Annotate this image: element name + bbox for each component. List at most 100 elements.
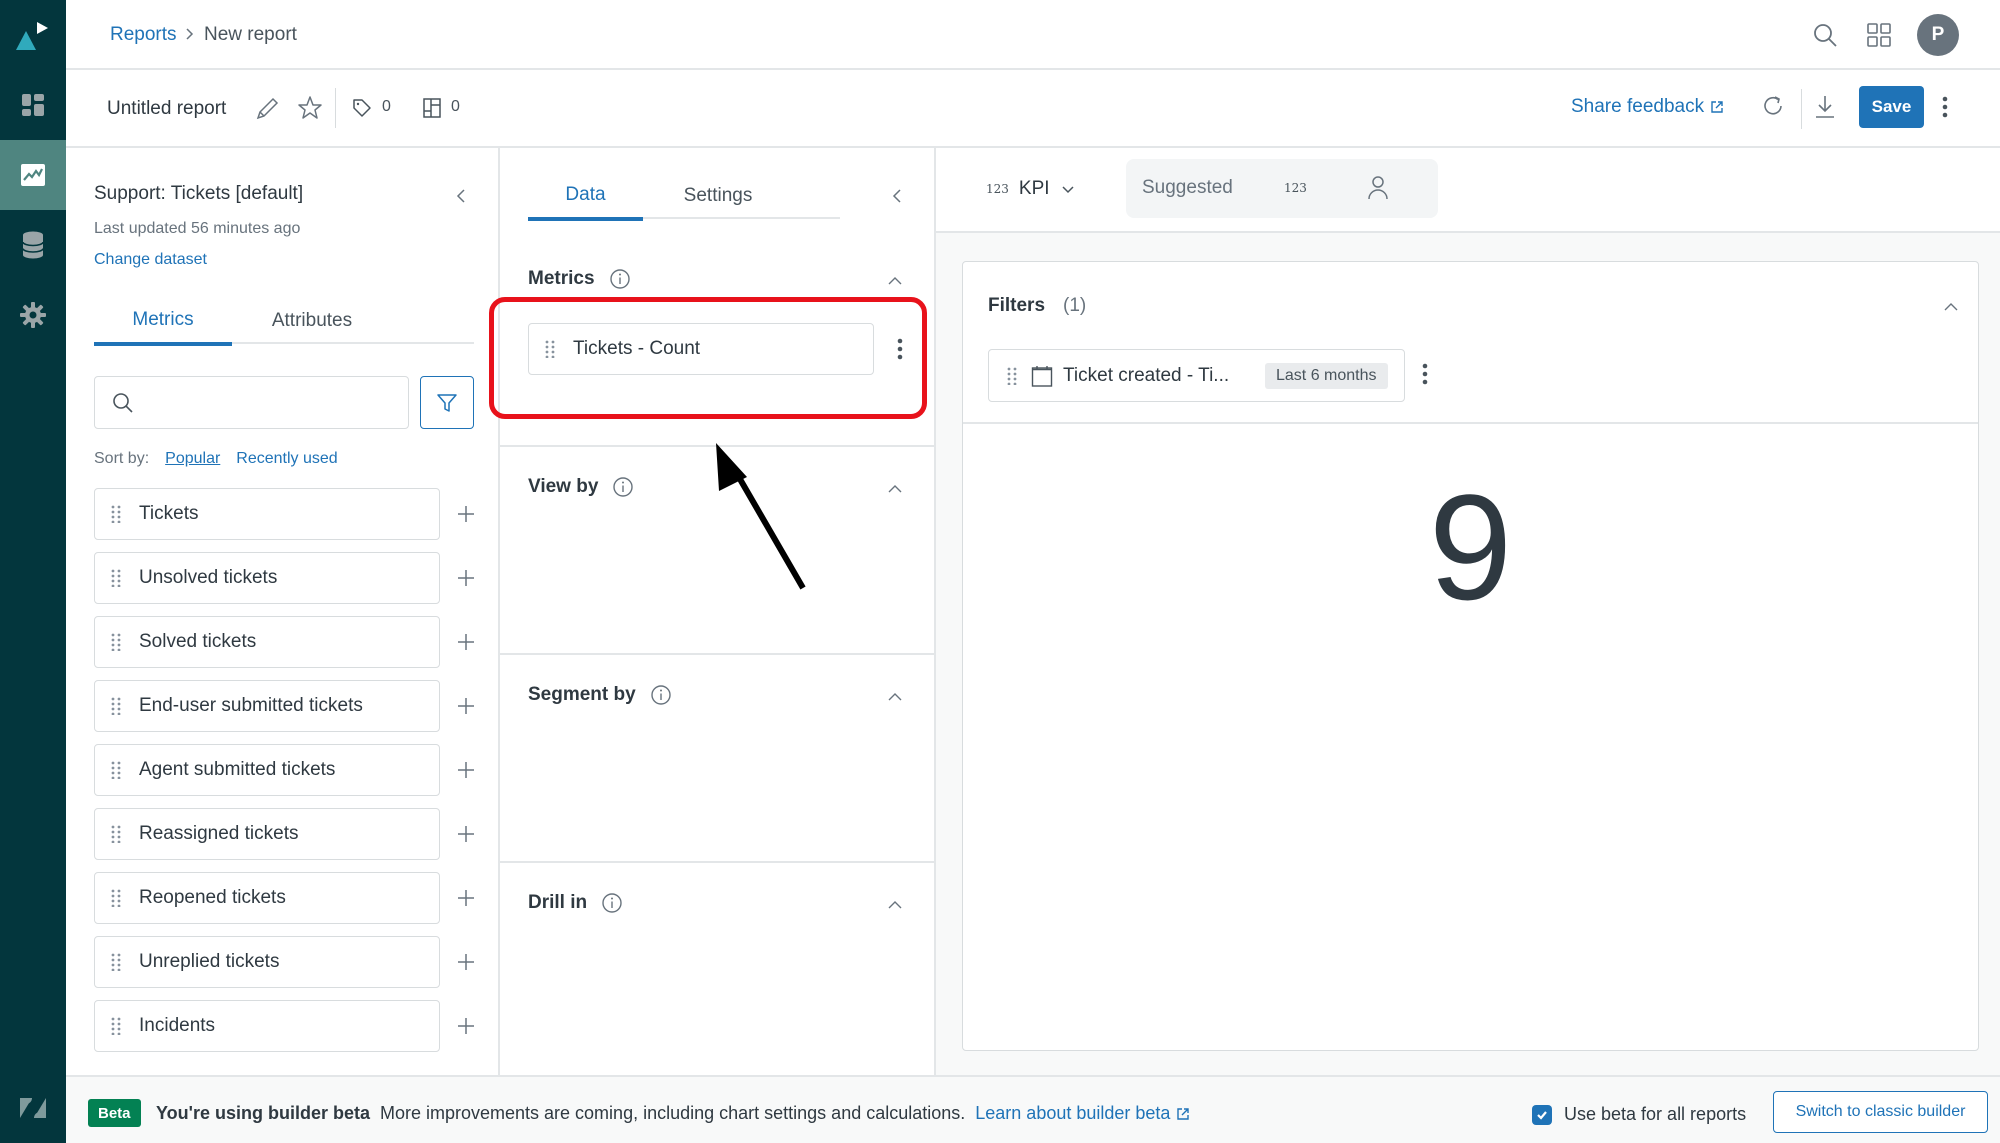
drag-handle-icon[interactable] (111, 761, 121, 779)
download-button[interactable] (1813, 94, 1837, 120)
metric-list-item[interactable]: Reassigned tickets (94, 808, 440, 860)
drag-handle-icon[interactable] (111, 697, 121, 715)
chart-type-toolbar: 123 KPI Suggested 123 (936, 148, 2000, 233)
tab-attributes[interactable]: Attributes (232, 298, 392, 344)
more-options-button[interactable] (1941, 95, 1949, 119)
metric-list-item-label: End-user submitted tickets (139, 695, 363, 716)
segment-by-section-header: Segment by (528, 684, 672, 706)
metric-list-item[interactable]: Agent submitted tickets (94, 744, 440, 796)
segment-by-section-toggle[interactable] (886, 688, 904, 706)
metric-list-item[interactable]: Incidents (94, 1000, 440, 1052)
filter-chip-menu-button[interactable] (1421, 362, 1429, 386)
use-beta-label: Use beta for all reports (1564, 1104, 1747, 1124)
info-icon[interactable] (650, 684, 672, 706)
info-icon[interactable] (609, 268, 631, 290)
share-feedback-link[interactable]: Share feedback (1571, 96, 1724, 118)
rail-zendesk-logo[interactable] (0, 1073, 66, 1143)
breadcrumb-current: New report (204, 24, 297, 45)
info-icon[interactable] (601, 892, 623, 914)
filter-chip-ticket-created[interactable]: Ticket created - Ti... Last 6 months (988, 349, 1405, 402)
breadcrumb-reports-link[interactable]: Reports (110, 24, 177, 46)
drag-handle[interactable] (111, 761, 121, 779)
metric-list-item-label: Reopened tickets (139, 887, 286, 908)
drag-handle-icon[interactable] (111, 633, 121, 651)
drag-handle-icon[interactable] (111, 1017, 121, 1035)
tags-button[interactable] (352, 98, 372, 118)
change-dataset-link[interactable]: Change dataset (94, 251, 207, 269)
drag-handle[interactable] (111, 505, 121, 523)
metrics-section-toggle[interactable] (886, 272, 904, 290)
favorite-button[interactable] (297, 95, 323, 121)
switch-to-classic-builder-button[interactable]: Switch to classic builder (1773, 1091, 1988, 1133)
filter-metrics-button[interactable] (420, 376, 474, 429)
tab-data[interactable]: Data (528, 173, 643, 221)
suggested-kpi-option[interactable]: 123 (1284, 181, 1307, 195)
drag-handle[interactable] (111, 633, 121, 651)
tab-metrics[interactable]: Metrics (94, 298, 232, 346)
metric-list-item[interactable]: Unreplied tickets (94, 936, 440, 988)
use-beta-checkbox-row[interactable]: Use beta for all reports (1532, 1104, 1746, 1125)
drag-handle-icon[interactable] (111, 889, 121, 907)
report-title[interactable]: Untitled report (107, 98, 226, 120)
filters-toggle[interactable] (1942, 298, 1960, 316)
search-button[interactable] (1812, 22, 1838, 48)
tab-settings[interactable]: Settings (643, 173, 793, 219)
funnel-icon (437, 393, 457, 412)
add-metric-button[interactable] (454, 950, 478, 974)
sort-popular-link[interactable]: Popular (165, 450, 220, 468)
drag-handle[interactable] (111, 569, 121, 587)
drill-in-section-toggle[interactable] (886, 896, 904, 914)
metric-list-item[interactable]: Reopened tickets (94, 872, 440, 924)
report-card: Filters (1) Ticket created - Ti... Last … (962, 261, 1979, 1051)
rail-item-datasets[interactable] (0, 210, 66, 280)
suggested-user-option[interactable] (1367, 175, 1389, 201)
info-icon[interactable] (612, 476, 634, 498)
drill-in-section-title: Drill in (528, 892, 588, 913)
use-beta-checkbox[interactable] (1532, 1104, 1552, 1125)
rail-item-dashboards[interactable] (0, 70, 66, 140)
drag-handle-icon[interactable] (111, 569, 121, 587)
apps-button[interactable] (1866, 22, 1892, 48)
rail-explore-logo[interactable] (0, 0, 66, 70)
filter-chip-value: Last 6 months (1265, 363, 1388, 389)
drag-handle[interactable] (111, 953, 121, 971)
rail-item-settings[interactable] (0, 280, 66, 350)
add-metric-button[interactable] (454, 822, 478, 846)
edit-title-button[interactable] (254, 96, 280, 122)
add-metric-button[interactable] (454, 630, 478, 654)
dashboards-button[interactable] (423, 98, 441, 118)
add-metric-button[interactable] (454, 566, 478, 590)
drag-handle-icon[interactable] (111, 505, 121, 523)
metrics-search-input[interactable] (143, 385, 398, 419)
save-button[interactable]: Save (1859, 86, 1924, 128)
collapse-dataset-panel-button[interactable] (454, 186, 468, 206)
metric-list-item[interactable]: Tickets (94, 488, 440, 540)
sort-recently-used-link[interactable]: Recently used (236, 450, 337, 468)
suggested-charts: Suggested 123 (1126, 159, 1438, 218)
add-metric-button[interactable] (454, 1014, 478, 1038)
add-metric-button[interactable] (454, 694, 478, 718)
chevron-right-icon (186, 28, 194, 40)
metric-list-item[interactable]: End-user submitted tickets (94, 680, 440, 732)
chart-type-selector[interactable]: 123 KPI (986, 178, 1076, 200)
drag-handle-icon[interactable] (1007, 367, 1017, 385)
drag-handle-icon[interactable] (111, 825, 121, 843)
add-metric-button[interactable] (454, 758, 478, 782)
learn-about-beta-link[interactable]: Learn about builder beta (975, 1103, 1190, 1124)
metric-list-item[interactable]: Unsolved tickets (94, 552, 440, 604)
drag-handle[interactable] (111, 825, 121, 843)
add-metric-button[interactable] (454, 502, 478, 526)
collapse-config-panel-button[interactable] (890, 186, 904, 206)
drag-handle[interactable] (111, 697, 121, 715)
plus-icon (458, 698, 474, 714)
drag-handle[interactable] (111, 889, 121, 907)
user-avatar[interactable]: P (1917, 14, 1959, 56)
drag-handle[interactable] (111, 1017, 121, 1035)
add-metric-button[interactable] (454, 886, 478, 910)
kpi-value: 9 (1428, 463, 1513, 631)
metric-list-item[interactable]: Solved tickets (94, 616, 440, 668)
view-by-section-toggle[interactable] (886, 480, 904, 498)
drag-handle-icon[interactable] (111, 953, 121, 971)
rail-item-reports[interactable] (0, 140, 66, 210)
refresh-button[interactable] (1761, 94, 1785, 118)
